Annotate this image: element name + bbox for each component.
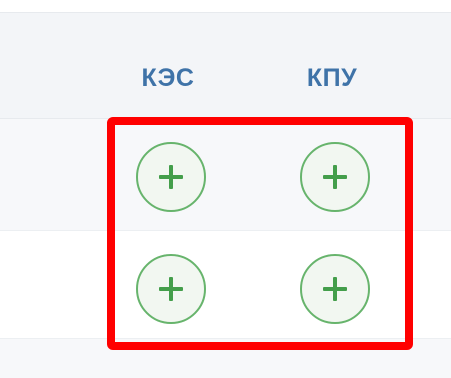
column-header-kpu: КПУ (306, 64, 358, 92)
column-header-kes: КЭС (141, 64, 195, 92)
table-fragment: КЭС КПУ (0, 0, 451, 378)
table-header: КЭС КПУ (0, 12, 451, 119)
add-kpu-button[interactable] (300, 142, 370, 212)
add-kes-button[interactable] (136, 142, 206, 212)
table-row (0, 119, 451, 231)
add-kes-button[interactable] (136, 254, 206, 324)
plus-icon (323, 165, 347, 189)
table-row (0, 339, 451, 378)
plus-icon (159, 165, 183, 189)
table-row (0, 231, 451, 339)
plus-icon (323, 277, 347, 301)
plus-icon (159, 277, 183, 301)
add-kpu-button[interactable] (300, 254, 370, 324)
